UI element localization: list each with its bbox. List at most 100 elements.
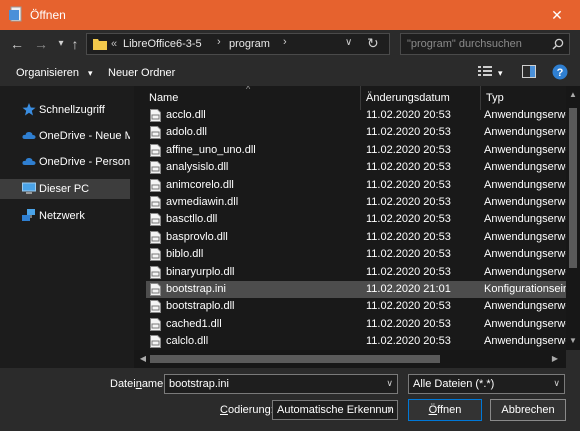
scroll-up-button[interactable]: ▲ <box>566 88 580 102</box>
up-button[interactable]: ↑ <box>66 36 84 52</box>
address-bar[interactable]: « LibreOffice6-3-5 › program › ∨ ↻ <box>86 33 390 55</box>
close-button[interactable]: ✕ <box>534 0 580 30</box>
chevron-down-icon[interactable]: ∨ <box>386 404 393 415</box>
refresh-button[interactable]: ↻ <box>367 35 379 52</box>
help-icon[interactable]: ? <box>552 64 568 80</box>
search-icon[interactable] <box>552 38 564 50</box>
file-icon <box>150 196 161 209</box>
file-name[interactable]: bootstrap.ini <box>166 283 226 295</box>
sidebar-item-onedrive-business[interactable]: OneDrive - Neue Me <box>0 126 130 146</box>
window-title: Öffnen <box>30 8 66 22</box>
file-row[interactable]: basprovlo.dll 11.02.2020 20:53 Anwendungse… <box>146 229 566 246</box>
new-folder-button[interactable]: Neuer Ordner <box>108 67 175 79</box>
column-type[interactable]: Typ <box>486 92 504 104</box>
organize-button[interactable]: Organisieren ▾ <box>16 67 93 79</box>
breadcrumb-overflow[interactable]: « <box>111 38 117 50</box>
file-name[interactable]: basctllo.dll <box>166 213 217 225</box>
file-row[interactable]: cached1.dll 11.02.2020 20:53 Anwendungserw… <box>146 316 566 333</box>
encoding-label: Codierung: <box>220 404 274 416</box>
file-row[interactable]: affine_uno_uno.dll 11.02.2020 20:53 Anwend… <box>146 142 566 159</box>
horizontal-scrollbar[interactable]: ◀ ▶ <box>134 350 566 368</box>
file-date: 11.02.2020 20:53 <box>366 161 451 173</box>
back-button[interactable]: ← <box>8 36 26 52</box>
file-name[interactable]: analysislo.dll <box>166 161 228 173</box>
file-icon <box>150 318 161 331</box>
file-name[interactable]: basprovlo.dll <box>166 231 228 243</box>
scroll-right-button[interactable]: ▶ <box>548 352 562 366</box>
filename-combobox[interactable]: bootstrap.ini ∨ <box>164 374 398 394</box>
open-button[interactable]: Öffnen <box>408 399 482 421</box>
vertical-scroll-thumb[interactable] <box>569 108 577 268</box>
file-row[interactable]: basctllo.dll 11.02.2020 20:53 Anwendungser… <box>146 211 566 228</box>
file-type: Anwendungserwe <box>484 179 566 191</box>
organize-label: Organisieren <box>16 67 79 79</box>
file-type: Anwendungserwe <box>484 231 566 243</box>
chevron-down-icon[interactable]: ∨ <box>386 378 393 389</box>
breadcrumb-separator[interactable]: › <box>283 36 287 48</box>
file-icon <box>150 126 161 139</box>
file-icon <box>150 179 161 192</box>
address-dropdown-button[interactable]: ∨ <box>345 37 352 48</box>
file-name[interactable]: animcorelo.dll <box>166 179 234 191</box>
file-row[interactable]: biblo.dll 11.02.2020 20:53 Anwendungserwe <box>146 246 566 263</box>
encoding-select[interactable]: Automatische Erkennun ∨ <box>272 400 398 420</box>
file-name[interactable]: binaryurplo.dll <box>166 266 234 278</box>
folder-icon <box>93 39 107 50</box>
file-type: Konfigurationsein <box>484 283 566 295</box>
sidebar-item-quick-access[interactable]: Schnellzugriff <box>0 100 130 120</box>
horizontal-scroll-thumb[interactable] <box>150 355 440 363</box>
forward-button[interactable]: → <box>32 36 50 52</box>
file-type: Anwendungserwe <box>484 335 566 347</box>
file-date: 11.02.2020 20:53 <box>366 300 451 312</box>
file-row[interactable]: calclo.dll 11.02.2020 20:53 Anwendungserwe <box>146 333 566 350</box>
file-row[interactable]: analysislo.dll 11.02.2020 20:53 Anwendungs… <box>146 159 566 176</box>
column-name[interactable]: Name <box>149 92 178 104</box>
view-options-icon[interactable] <box>478 65 492 77</box>
file-type: Anwendungserwe <box>484 318 566 330</box>
vertical-scrollbar[interactable]: ▲ ▼ <box>566 86 580 350</box>
search-box[interactable]: "program" durchsuchen <box>400 33 570 55</box>
sidebar-item-this-pc[interactable]: Dieser PC <box>0 179 130 199</box>
filename-value[interactable]: bootstrap.ini <box>169 378 229 390</box>
file-name[interactable]: avmediawin.dll <box>166 196 238 208</box>
file-row[interactable]: avmediawin.dll 11.02.2020 20:53 Anwendungs… <box>146 194 566 211</box>
star-icon <box>22 103 36 116</box>
breadcrumb-libreoffice[interactable]: LibreOffice6-3-5 <box>123 38 202 50</box>
file-name[interactable]: affine_uno_uno.dll <box>166 144 256 156</box>
file-row[interactable]: bootstraplo.dll 11.02.2020 20:53 Anwendung… <box>146 298 566 315</box>
breadcrumb-separator[interactable]: › <box>217 36 221 48</box>
encoding-value: Automatische Erkennun <box>277 404 394 416</box>
preview-pane-icon[interactable] <box>522 65 536 78</box>
file-date: 11.02.2020 20:53 <box>366 179 451 191</box>
file-row[interactable]: animcorelo.dll 11.02.2020 20:53 Anwendungs… <box>146 177 566 194</box>
file-type-filter[interactable]: Alle Dateien (*.*) ∨ <box>408 374 565 394</box>
column-date-modified[interactable]: Änderungsdatum <box>366 92 450 104</box>
sidebar-item-onedrive-personal[interactable]: OneDrive - Personal <box>0 152 130 172</box>
command-bar: Organisieren ▾ Neuer Ordner ▾ ? <box>0 60 580 86</box>
cancel-button[interactable]: Abbrechen <box>490 399 566 421</box>
file-row[interactable]: bootstrap.ini 11.02.2020 21:01 Konfigurati… <box>146 281 566 298</box>
file-date: 11.02.2020 20:53 <box>366 231 451 243</box>
file-name[interactable]: acclo.dll <box>166 109 206 121</box>
sidebar-item-network[interactable]: Netzwerk <box>0 206 130 226</box>
scroll-down-button[interactable]: ▼ <box>566 334 580 348</box>
sidebar-item-label: OneDrive - Neue Me <box>39 130 130 142</box>
file-icon <box>150 109 161 122</box>
file-name[interactable]: calclo.dll <box>166 335 208 347</box>
file-name[interactable]: cached1.dll <box>166 318 222 330</box>
svg-text:?: ? <box>557 67 564 79</box>
file-row[interactable]: adolo.dll 11.02.2020 20:53 Anwendungserwe <box>146 124 566 141</box>
file-icon <box>150 144 161 157</box>
file-icon <box>150 335 161 348</box>
scroll-left-button[interactable]: ◀ <box>136 352 150 366</box>
file-name[interactable]: biblo.dll <box>166 248 203 260</box>
file-row[interactable]: acclo.dll 11.02.2020 20:53 Anwendungserwe <box>146 107 566 124</box>
file-type: Anwendungserwe <box>484 161 566 173</box>
file-name[interactable]: bootstraplo.dll <box>166 300 235 312</box>
chevron-down-icon[interactable]: ∨ <box>553 378 560 389</box>
view-dropdown-button[interactable]: ▾ <box>498 68 503 79</box>
breadcrumb-program[interactable]: program <box>229 38 270 50</box>
file-row[interactable]: binaryurplo.dll 11.02.2020 20:53 Anwendung… <box>146 264 566 281</box>
file-date: 11.02.2020 20:53 <box>366 248 451 260</box>
file-name[interactable]: adolo.dll <box>166 126 207 138</box>
